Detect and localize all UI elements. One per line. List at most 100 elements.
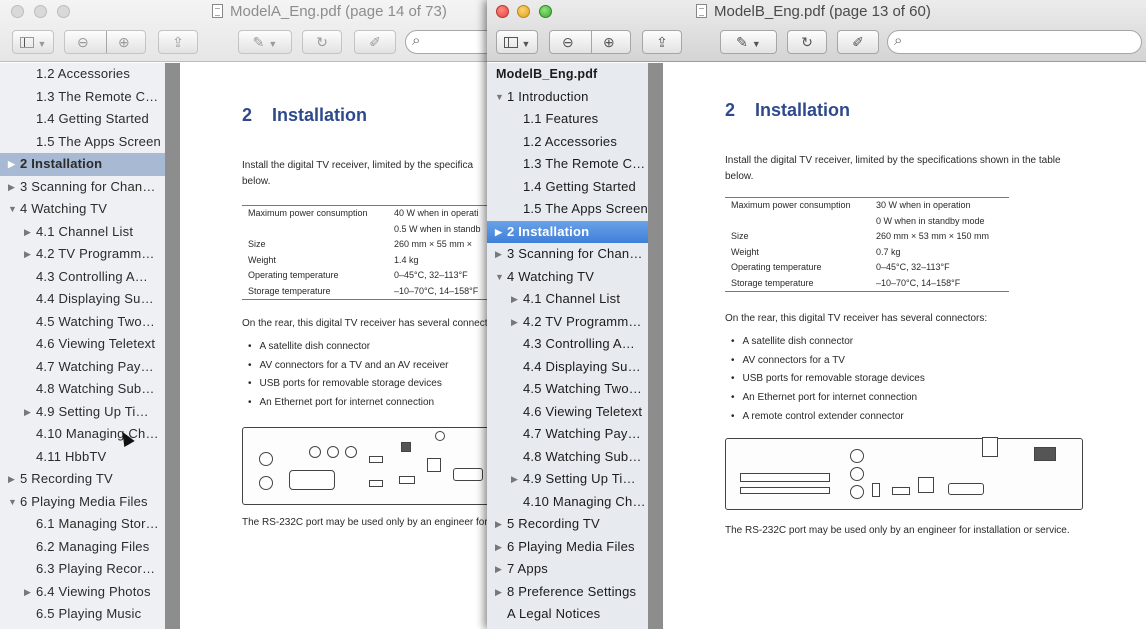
edit-toolbox-button[interactable]: ✐ [837,30,879,54]
disclosure-closed-icon[interactable]: ▶ [511,468,518,491]
sidebar-item[interactable]: A Legal Notices [487,603,648,626]
disclosure-open-icon[interactable]: ▼ [8,491,17,514]
sidebar-item[interactable]: 4.8 Watching Sub… [487,446,648,469]
sidebar-item[interactable]: 1.2 Accessories [0,63,165,86]
sidebar-item[interactable]: ▶ 2 Installation [0,153,165,176]
sidebar-item[interactable]: ▼ 1 Introduction [487,86,648,109]
disclosure-open-icon[interactable]: ▼ [495,86,504,109]
sidebar-item[interactable]: ▼ 4 Watching TV [487,266,648,289]
sidebar-toggle-button[interactable]: ▼ [12,30,54,54]
sidebar-item[interactable]: 4.6 Viewing Teletext [487,401,648,424]
sidebar-item[interactable]: ▶ 4.1 Channel List [487,288,648,311]
zoom-in-icon[interactable]: ⊕ [118,31,130,53]
rotate-button[interactable]: ↻ [787,30,827,54]
sidebar-item[interactable]: 1.2 Accessories [487,131,648,154]
disclosure-closed-icon[interactable]: ▶ [8,153,15,176]
sidebar-item[interactable]: ▶ 2 Installation [487,220,648,244]
sidebar-item[interactable]: ▼ 6 Playing Media Files [0,491,165,514]
window-b-titlebar[interactable]: ModelB_Eng.pdf (page 13 of 60) ▼ ⊖ ⊕ ⇪ ✎… [487,0,1146,62]
sidebar-item[interactable]: ▶ 5 Recording TV [487,513,648,536]
sidebar-item[interactable]: 1.4 Getting Started [0,108,165,131]
close-icon[interactable] [496,5,509,18]
share-button[interactable]: ⇪ [158,30,198,54]
disclosure-closed-icon[interactable]: ▶ [24,401,31,424]
minimize-icon[interactable] [34,5,47,18]
sidebar-item[interactable]: ▶ 3 Scanning for Chan… [0,176,165,199]
sidebar-item[interactable]: ▶ 7 Apps [487,558,648,581]
zoom-out-icon[interactable]: ⊖ [562,31,574,53]
sidebar-divider[interactable] [648,63,663,629]
sidebar-item[interactable]: ▶ 5 Recording TV [0,468,165,491]
disclosure-closed-icon[interactable]: ▶ [24,221,31,244]
disclosure-closed-icon[interactable]: ▶ [511,311,518,334]
search-input[interactable]: ⌕ [405,30,490,54]
disclosure-closed-icon[interactable]: ▶ [24,581,31,604]
search-input[interactable]: ⌕ [887,30,1142,54]
sidebar-item[interactable]: ▶ 4.2 TV Programm… [487,311,648,334]
disclosure-closed-icon[interactable]: ▶ [495,513,502,536]
pdf-window-b[interactable]: ModelB_Eng.pdf (page 13 of 60) ▼ ⊖ ⊕ ⇪ ✎… [487,0,1146,629]
sidebar-item[interactable]: ▶ 4.9 Setting Up Ti… [487,468,648,491]
annotate-button[interactable]: ✎ ▼ [720,30,777,54]
sidebar-item[interactable]: ▶ 4.1 Channel List [0,221,165,244]
annotate-button[interactable]: ✎ ▼ [238,30,292,54]
sidebar-item[interactable]: 4.4 Displaying Su… [487,356,648,379]
sidebar-item[interactable]: ▶ 6 Playing Media Files [487,536,648,559]
disclosure-closed-icon[interactable]: ▶ [495,558,502,581]
disclosure-closed-icon[interactable]: ▶ [495,243,502,266]
zoom-out-icon[interactable]: ⊖ [77,31,89,53]
sidebar-divider[interactable] [165,63,180,629]
disclosure-open-icon[interactable]: ▼ [495,266,504,289]
sidebar-item[interactable]: 1.5 The Apps Screen [487,198,648,221]
sidebar-item[interactable]: 1.1 Features [487,108,648,131]
sidebar-item[interactable]: ▶ 4.2 TV Programm… [0,243,165,266]
sidebar-item[interactable]: 4.11 HbbTV [0,446,165,469]
sidebar-item[interactable]: 4.5 Watching Two… [0,311,165,334]
sidebar-item[interactable]: 4.5 Watching Two… [487,378,648,401]
disclosure-closed-icon[interactable]: ▶ [8,468,15,491]
sidebar-item[interactable]: 6.3 Playing Recor… [0,558,165,581]
sidebar-item[interactable]: 4.4 Displaying Su… [0,288,165,311]
disclosure-closed-icon[interactable]: ▶ [511,288,518,311]
sidebar-item[interactable]: 4.3 Controlling A… [0,266,165,289]
close-icon[interactable] [11,5,24,18]
table-of-contents-sidebar[interactable]: 1.2 Accessories 1.3 The Remote C… 1.4 Gett… [0,63,165,629]
sidebar-item[interactable]: 4.6 Viewing Teletext [0,333,165,356]
sidebar-item[interactable]: ▶ 8 Preference Settings [487,581,648,604]
sidebar-item[interactable]: ▶ 3 Scanning for Chan… [487,243,648,266]
window-a-titlebar[interactable]: ModelA_Eng.pdf (page 14 of 73) ▼ ⊖ ⊕ ⇪ ✎… [0,0,490,62]
share-button[interactable]: ⇪ [642,30,682,54]
sidebar-item[interactable]: 1.4 Getting Started [487,176,648,199]
sidebar-item[interactable]: 6.1 Managing Stor… [0,513,165,536]
pdf-window-a[interactable]: ModelA_Eng.pdf (page 14 of 73) ▼ ⊖ ⊕ ⇪ ✎… [0,0,490,629]
sidebar-item[interactable]: 1.3 The Remote C… [487,153,648,176]
sidebar-document-title[interactable]: ModelB_Eng.pdf [487,63,648,86]
disclosure-closed-icon[interactable]: ▶ [24,243,31,266]
sidebar-toggle-button[interactable]: ▼ [496,30,538,54]
sidebar-item[interactable]: 4.8 Watching Sub… [0,378,165,401]
sidebar-item[interactable]: 4.7 Watching Pay… [487,423,648,446]
sidebar-item[interactable]: 4.7 Watching Pay… [0,356,165,379]
edit-toolbox-button[interactable]: ✐ [354,30,396,54]
sidebar-item[interactable]: 1.3 The Remote C… [0,86,165,109]
sidebar-item[interactable]: 4.10 Managing Ch… [0,423,165,446]
disclosure-open-icon[interactable]: ▼ [8,198,17,221]
disclosure-closed-icon[interactable]: ▶ [495,221,502,244]
sidebar-item[interactable]: 4.3 Controlling A… [487,333,648,356]
disclosure-closed-icon[interactable]: ▶ [495,536,502,559]
disclosure-closed-icon[interactable]: ▶ [495,581,502,604]
sidebar-item[interactable]: ▼ 4 Watching TV [0,198,165,221]
sidebar-item[interactable]: ▶ 6.4 Viewing Photos [0,581,165,604]
sidebar-item[interactable]: 6.2 Managing Files [0,536,165,559]
zoom-icon[interactable] [539,5,552,18]
sidebar-item[interactable]: ▶ 4.9 Setting Up Ti… [0,401,165,424]
minimize-icon[interactable] [517,5,530,18]
sidebar-item[interactable]: 1.5 The Apps Screen [0,131,165,154]
table-of-contents-sidebar[interactable]: ModelB_Eng.pdf ▼ 1 Introduction 1.1 Featur… [487,63,648,629]
zoom-icon[interactable] [57,5,70,18]
zoom-in-icon[interactable]: ⊕ [603,31,615,53]
sidebar-item[interactable]: 6.5 Playing Music [0,603,165,626]
disclosure-closed-icon[interactable]: ▶ [8,176,15,199]
rotate-button[interactable]: ↻ [302,30,342,54]
sidebar-item[interactable]: 4.10 Managing Ch… [487,491,648,514]
